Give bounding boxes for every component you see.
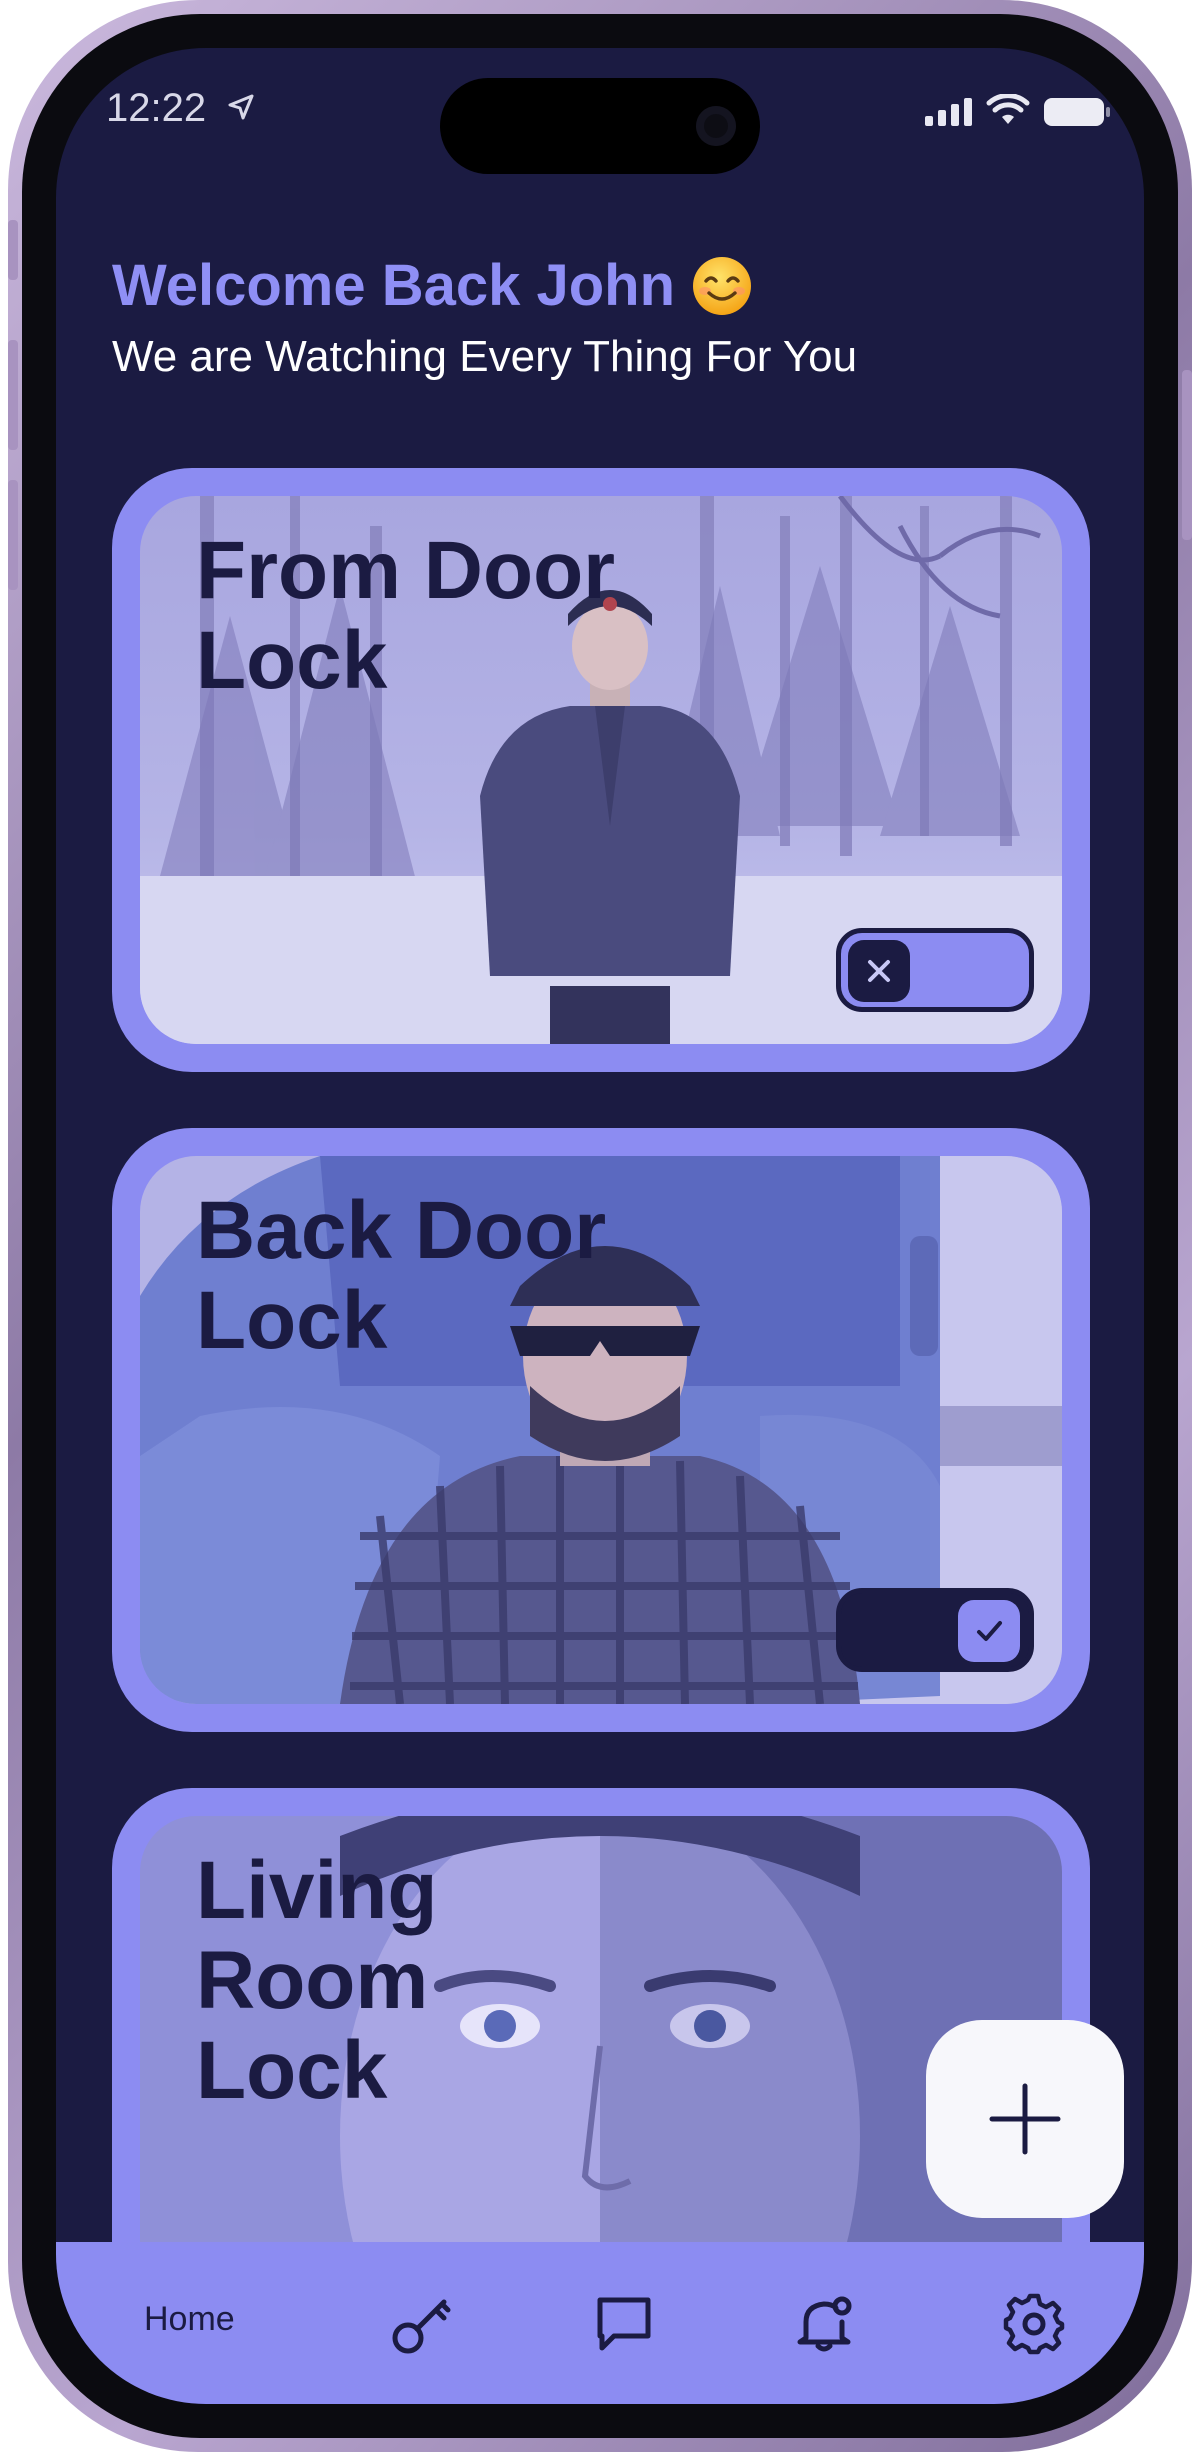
status-indicators [925, 94, 1110, 126]
lock-card-front-door[interactable]: From Door Lock [112, 468, 1090, 1072]
wifi-icon [986, 94, 1030, 124]
plus-icon [989, 2083, 1061, 2155]
volume-down-button [8, 480, 18, 590]
close-icon [848, 940, 910, 1002]
action-button [8, 220, 18, 280]
power-button [1182, 370, 1192, 540]
lock-card-back-door[interactable]: Back Door Lock [112, 1128, 1090, 1732]
chat-icon[interactable] [592, 2292, 656, 2356]
volume-up-button [8, 340, 18, 450]
lock-toggle-off[interactable] [836, 928, 1034, 1012]
location-arrow-icon [228, 94, 254, 120]
nav-home[interactable]: Home [144, 2300, 235, 2339]
bottom-navigation: Home [56, 2242, 1144, 2404]
smiley-emoji-icon [693, 256, 752, 315]
cellular-signal-icon [925, 96, 972, 126]
bell-icon[interactable] [792, 2292, 856, 2356]
lock-card-image-frame: From Door Lock [140, 496, 1062, 1044]
lock-title: From Door Lock [196, 525, 616, 706]
status-time: 12:22 [106, 86, 207, 130]
gear-icon[interactable] [1002, 2292, 1066, 2356]
add-lock-button[interactable] [926, 2020, 1124, 2218]
key-icon[interactable] [390, 2292, 454, 2356]
dynamic-island [440, 78, 760, 174]
lock-title: Back Door Lock [196, 1185, 607, 1366]
lock-toggle-on[interactable] [836, 1588, 1034, 1672]
front-camera [696, 106, 736, 146]
phone-screen: 12:22 Welcome Back John We are Watching … [56, 48, 1144, 2404]
welcome-subtitle: We are Watching Every Thing For You [112, 332, 858, 381]
lock-card-image-frame: Back Door Lock [140, 1156, 1062, 1704]
welcome-heading: Welcome Back John [112, 252, 753, 319]
lock-title: Living Room Lock [196, 1845, 438, 2116]
battery-icon [1044, 98, 1110, 126]
check-icon [958, 1600, 1020, 1662]
welcome-text: Welcome Back John [112, 253, 676, 318]
